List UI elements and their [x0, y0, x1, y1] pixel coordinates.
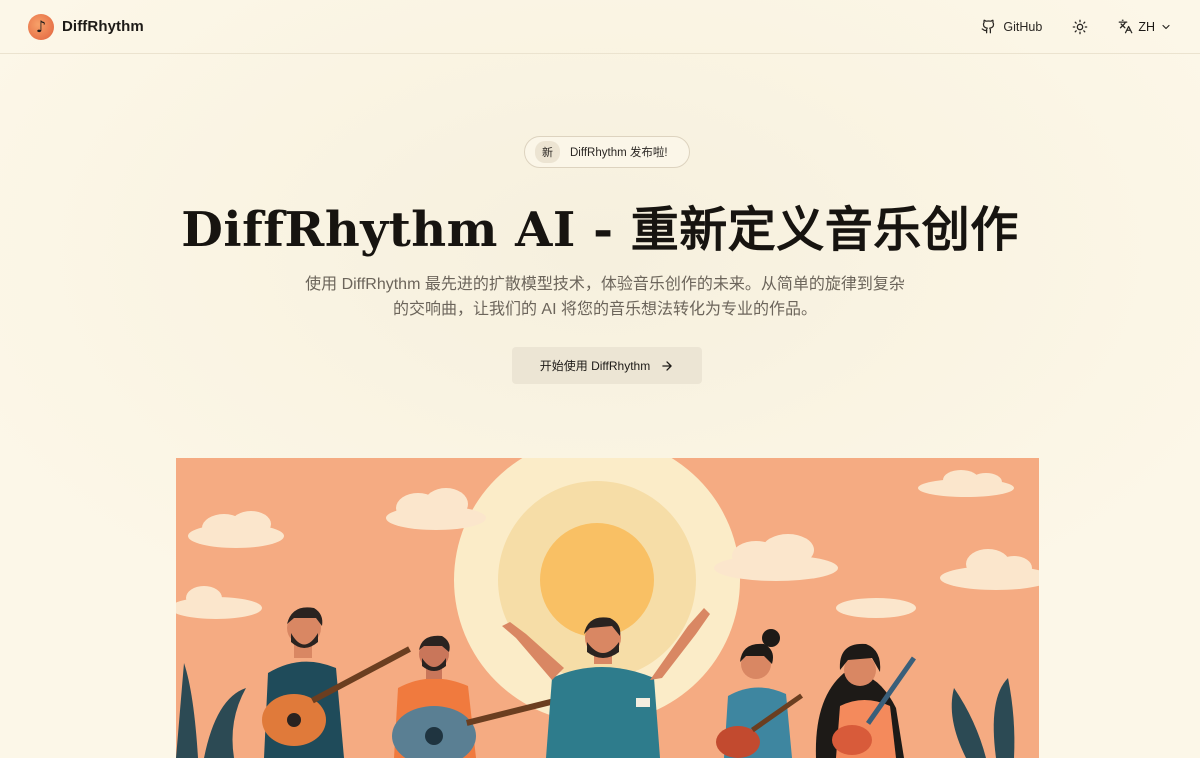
github-link[interactable]: GitHub [981, 19, 1042, 34]
page-title: DiffRhythm AI - 重新定义音乐创作 [181, 202, 1019, 258]
hero-description: 使用 DiffRhythm 最先进的扩散模型技术，体验音乐创作的未来。从简单的旋… [280, 272, 930, 322]
language-selector[interactable]: ZH [1118, 19, 1172, 34]
language-label: ZH [1138, 19, 1155, 34]
announcement-badge[interactable]: 新 DiffRhythm 发布啦! [524, 136, 690, 168]
new-tag: 新 [535, 141, 560, 163]
nav-actions: GitHub ZH [981, 19, 1172, 35]
description-line-1: 使用 DiffRhythm 最先进的扩散模型技术，体验音乐创作的未来。从简单的旋… [305, 276, 905, 293]
theme-toggle-button[interactable] [1072, 19, 1088, 35]
github-label: GitHub [1003, 19, 1043, 34]
band-illustration [176, 458, 1039, 758]
translate-icon [1118, 19, 1133, 34]
brand[interactable]: ♪ DiffRhythm [28, 13, 144, 40]
music-note-icon: ♪ [28, 13, 54, 40]
get-started-button[interactable]: 开始使用 DiffRhythm [512, 347, 702, 384]
top-navbar: ♪ DiffRhythm GitHub ZH [0, 0, 1200, 54]
sun-icon [1072, 19, 1088, 35]
github-icon [981, 19, 996, 34]
description-line-2: 的交响曲，让我们的 AI 将您的音乐想法转化为专业的作品。 [392, 301, 817, 318]
arrow-right-icon [660, 359, 674, 373]
chevron-down-icon [1160, 21, 1172, 33]
badge-text: DiffRhythm 发布啦! [570, 147, 668, 159]
brand-name: DiffRhythm [62, 18, 144, 35]
get-started-label: 开始使用 DiffRhythm [539, 359, 651, 373]
